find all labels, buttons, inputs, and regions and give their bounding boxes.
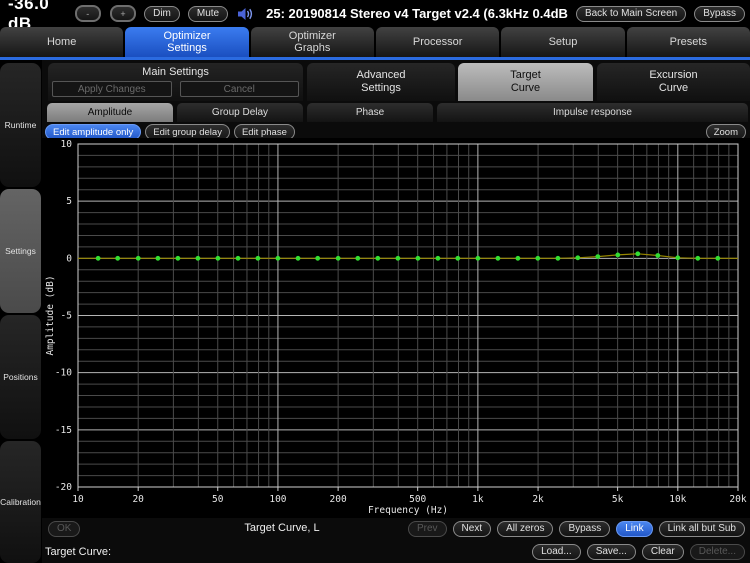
channel-label: Target Curve, L [202,519,362,538]
svg-text:20: 20 [132,494,144,505]
svg-text:20k: 20k [729,494,746,505]
load-button[interactable]: Load... [532,544,581,560]
svg-text:100: 100 [269,494,286,505]
sidebar-item-runtime[interactable]: Runtime [0,63,41,187]
tab-phase[interactable]: Phase [307,103,433,122]
svg-text:Frequency (Hz): Frequency (Hz) [368,505,448,516]
cancel-button[interactable]: Cancel [180,81,300,97]
next-button[interactable]: Next [453,521,492,537]
curve-actions-row: OK Target Curve, L Prev Next All zeros B… [42,519,750,538]
target-curve-chart[interactable]: 1020501002005001k2k5k10k20k1050-5-10-15-… [42,138,750,518]
tab-optimizer-settings[interactable]: Optimizer Settings [125,27,248,57]
sidebar-item-settings[interactable]: Settings [0,189,41,313]
delete-button[interactable]: Delete... [690,544,745,560]
edit-mode-row: Edit amplitude only Edit group delay Edi… [45,124,295,139]
tab-processor[interactable]: Processor [376,27,499,57]
volume-up-button[interactable]: + [110,5,136,22]
sidebar-item-positions[interactable]: Positions [0,315,41,439]
svg-text:2k: 2k [532,494,544,505]
sidebar: Runtime Settings Positions Calibration [0,60,42,563]
main-settings-label: Main Settings [48,63,303,78]
main-nav-tabs: Home Optimizer Settings Optimizer Graphs… [0,27,750,57]
tab-presets[interactable]: Presets [627,27,750,57]
save-button[interactable]: Save... [587,544,636,560]
svg-text:5: 5 [66,196,72,207]
main-settings-group: Main Settings Apply Changes Cancel [48,63,303,101]
tab-advanced-settings[interactable]: Advanced Settings [307,63,455,101]
dim-button[interactable]: Dim [144,6,180,22]
tab-amplitude[interactable]: Amplitude [47,103,173,122]
tab-setup[interactable]: Setup [501,27,624,57]
svg-text:5k: 5k [612,494,624,505]
mute-button[interactable]: Mute [188,6,228,22]
bypass-curve-button[interactable]: Bypass [559,521,610,537]
svg-text:-15: -15 [55,425,72,436]
tab-excursion-curve[interactable]: Excursion Curve [597,63,750,101]
sidebar-item-calibration[interactable]: Calibration [0,441,41,563]
svg-text:Amplitude (dB): Amplitude (dB) [45,275,56,355]
svg-text:10: 10 [61,139,73,150]
speaker-icon [237,7,254,21]
bypass-button-top[interactable]: Bypass [694,6,745,22]
clear-button[interactable]: Clear [642,544,684,560]
tab-impulse-response[interactable]: Impulse response [437,103,748,122]
svg-text:500: 500 [409,494,426,505]
top-bar: -36.0 dB - + Dim Mute 25: 20190814 Stere… [0,0,750,27]
link-button[interactable]: Link [616,521,652,537]
svg-text:-20: -20 [55,482,72,493]
svg-text:-5: -5 [61,311,72,322]
svg-text:10k: 10k [669,494,686,505]
preset-title: 25: 20190814 Stereo v4 Target v2.4 (6.3k… [266,6,568,21]
svg-text:1k: 1k [472,494,484,505]
tab-optimizer-graphs[interactable]: Optimizer Graphs [251,27,374,57]
svg-text:0: 0 [66,253,72,264]
svg-text:50: 50 [212,494,224,505]
tab-target-curve[interactable]: Target Curve [458,63,593,101]
file-actions-row: Target Curve: Load... Save... Clear Dele… [42,542,750,561]
ok-button[interactable]: OK [48,521,80,537]
link-all-but-sub-button[interactable]: Link all but Sub [659,521,745,537]
main-panel: Main Settings Apply Changes Cancel Advan… [42,60,750,563]
svg-text:200: 200 [330,494,347,505]
volume-down-button[interactable]: - [75,5,101,22]
tab-home[interactable]: Home [0,27,123,57]
back-to-main-screen-button[interactable]: Back to Main Screen [576,6,686,22]
svg-text:10: 10 [72,494,84,505]
all-zeros-button[interactable]: All zeros [497,521,553,537]
apply-changes-button[interactable]: Apply Changes [52,81,172,97]
prev-button[interactable]: Prev [408,521,447,537]
svg-text:-10: -10 [55,368,72,379]
tab-group-delay[interactable]: Group Delay [177,103,303,122]
target-curve-file-label: Target Curve: [45,546,111,558]
